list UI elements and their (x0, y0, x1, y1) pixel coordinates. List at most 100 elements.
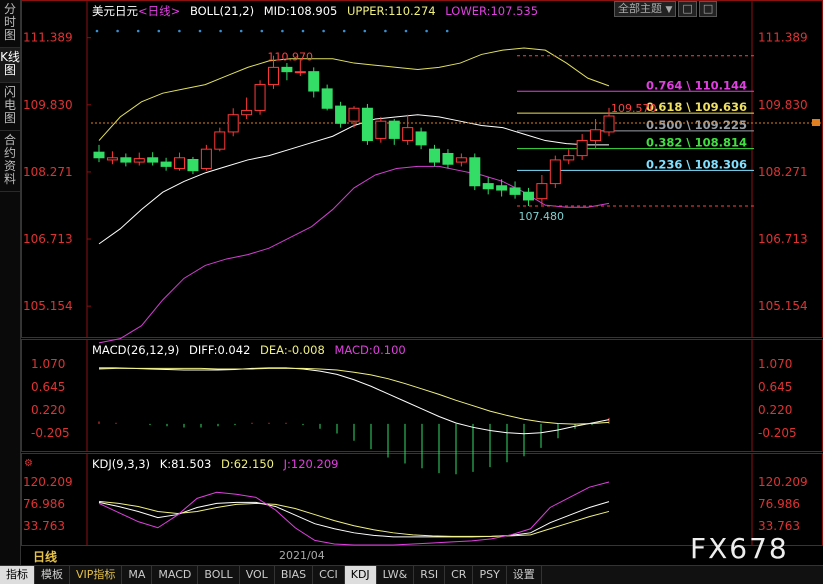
macd-diff-line (99, 367, 610, 435)
candle-36 (576, 134, 588, 160)
macd-macd-label: MACD:0.100 (334, 343, 406, 357)
date-axis-label: 2021/04 (279, 549, 325, 562)
left-tab-0[interactable]: 分时图 (0, 0, 20, 48)
candle-body-38 (603, 115, 615, 133)
period-label[interactable]: 日线 (33, 548, 57, 565)
indicator-tab-kdj-9[interactable]: KDJ (344, 566, 377, 584)
candle-body-12 (254, 84, 266, 111)
symbol-label: 美元日元 (92, 4, 138, 18)
candle-body-18 (335, 105, 347, 124)
candle-31 (509, 181, 521, 199)
indicator-tab-boll-5[interactable]: BOLL (198, 566, 240, 584)
macd-diff-label: DIFF:0.042 (189, 343, 251, 357)
candle-20 (361, 103, 373, 145)
candle-32 (522, 187, 534, 206)
main-y-tick-left-2: 108.271 (23, 165, 73, 179)
lower-label: LOWER:107.535 (445, 4, 539, 18)
macd-y-tick-left-1: 0.645 (31, 380, 65, 394)
indicator-tab--1[interactable]: 模板 (35, 566, 70, 584)
left-tab-2[interactable]: 闪电图 (0, 83, 20, 131)
window-button-1[interactable]: □ (678, 1, 697, 17)
macd-dea-line (98, 367, 610, 425)
top-marker-dot-7 (239, 29, 243, 33)
candle-12 (254, 80, 266, 115)
candle-body-7 (187, 159, 199, 172)
candle-29 (482, 177, 494, 195)
kdj-y-tick-right-0: 120.209 (758, 475, 808, 489)
kdj-y-tick-right-1: 76.986 (758, 497, 800, 511)
indicator-tab-bias-7[interactable]: BIAS (275, 566, 314, 584)
top-marker-dot-3 (157, 29, 161, 33)
macd-y-tick-left-3: -0.205 (31, 426, 70, 440)
candle-16 (308, 67, 320, 98)
upper-label: UPPER:110.274 (347, 4, 436, 18)
main-y-tick-right-0: 111.389 (758, 31, 808, 45)
candle-body-25 (429, 148, 441, 163)
top-marker-dot-11 (322, 29, 325, 33)
left-tab-3[interactable]: 合约资料 (0, 131, 20, 192)
kdj-y-tick-left-2: 33.763 (23, 519, 65, 533)
indicator-tab-cci-8[interactable]: CCI (313, 566, 345, 584)
kdj-settings-icon[interactable]: ⚙ (24, 458, 33, 469)
top-marker-dot-14 (384, 29, 387, 33)
mid-label: MID:108.905 (263, 4, 338, 18)
last-price-marker (812, 119, 820, 127)
high-annotation: 110.970 (267, 51, 313, 64)
top-marker-dot-2 (136, 29, 140, 33)
macd-panel-header: MACD(26,12,9) DIFF:0.042 DEA:-0.008 MACD… (92, 343, 412, 357)
macd-y-tick-right-2: 0.220 (758, 403, 792, 417)
fib-label-0.5: 0.500 \ 109.225 (646, 118, 747, 132)
main-y-tick-left-3: 106.713 (23, 232, 73, 246)
macd-y-tick-right-3: -0.205 (758, 426, 797, 440)
theme-select[interactable]: 全部主题 ▼ (614, 1, 677, 17)
candle-35 (563, 149, 575, 165)
indicator-tab-bar: 指标 模板 VIP指标 MA MACD BOLL VOL BIAS CCI KDJ LW& RSI CR… (0, 565, 823, 584)
indicator-tab-macd-4[interactable]: MACD (152, 566, 199, 584)
kdj-title: KDJ(9,3,3) (92, 457, 151, 471)
period-tag[interactable]: <日线> (138, 4, 180, 18)
candle-body-21 (375, 120, 387, 139)
candle-body-32 (522, 191, 534, 201)
indicator-tab--0[interactable]: 指标 (0, 566, 35, 584)
candle-body-29 (482, 183, 494, 190)
kdj-y-tick-right-2: 33.763 (758, 519, 800, 533)
theme-select-value: 全部主题 (618, 2, 662, 15)
top-marker-dot-1 (116, 29, 119, 33)
candle-body-17 (321, 88, 333, 109)
indicator-tab-vol-6[interactable]: VOL (240, 566, 275, 584)
indicator-tab-rsi-11[interactable]: RSI (414, 566, 446, 584)
candle-body-28 (469, 157, 481, 187)
top-marker-dot-17 (445, 29, 449, 33)
candle-14 (281, 63, 293, 81)
main-panel-header: 美元日元<日线> BOLL(21,2) MID:108.905 UPPER:11… (92, 3, 544, 19)
fib-label-0.236: 0.236 \ 108.306 (646, 157, 747, 171)
candle-body-5 (160, 161, 172, 167)
kdj-j-label: J:120.209 (283, 457, 339, 471)
candle-body-19 (348, 107, 360, 122)
indicator-tab-lw-10[interactable]: LW& (377, 566, 415, 584)
top-marker-dot-9 (281, 29, 284, 33)
kdj-d-label: D:62.150 (221, 457, 274, 471)
candle-body-11 (241, 109, 253, 116)
candle-22 (388, 119, 400, 145)
candle-body-9 (214, 131, 226, 150)
indicator-tab-vip-2[interactable]: VIP指标 (70, 566, 123, 584)
indicator-tab-cr-12[interactable]: CR (445, 566, 474, 584)
candle-body-6 (174, 157, 186, 170)
candle-body-35 (563, 155, 575, 161)
fib-label-0.382: 0.382 \ 108.814 (646, 136, 747, 150)
indicator-tab--14[interactable]: 设置 (507, 566, 542, 584)
candle-25 (429, 144, 441, 167)
indicator-tab-psy-13[interactable]: PSY (473, 566, 507, 584)
candle-body-26 (442, 152, 454, 165)
candle-23 (402, 114, 414, 145)
left-tab-1[interactable]: K线图 (0, 48, 20, 83)
kdj-panel-header: KDJ(9,3,3) K:81.503 D:62.150 J:120.209 (92, 457, 344, 471)
window-button-2[interactable]: □ (698, 1, 718, 17)
macd-dea-label: DEA:-0.008 (260, 343, 325, 357)
top-marker-dot-6 (219, 29, 222, 33)
main-y-tick-right-3: 106.713 (758, 232, 808, 246)
candle-body-27 (455, 157, 467, 163)
candle-10 (227, 108, 239, 137)
indicator-tab-ma-3[interactable]: MA (122, 566, 153, 584)
